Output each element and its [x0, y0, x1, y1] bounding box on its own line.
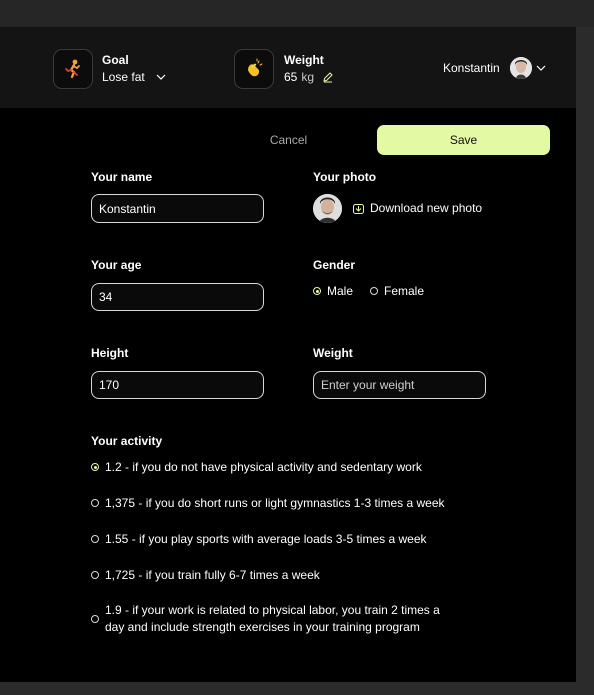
age-label: Your age	[91, 258, 142, 272]
user-name[interactable]: Konstantin	[443, 61, 500, 75]
download-photo-icon	[353, 203, 364, 214]
goal-icon-box[interactable]	[53, 49, 93, 89]
radio-selected-icon	[91, 463, 99, 471]
weight-icon-box[interactable]	[234, 49, 274, 89]
radio-unselected-icon	[91, 615, 99, 623]
activity-label: Your activity	[91, 434, 163, 448]
activity-option-5[interactable]: 1.9 - if your work is related to physica…	[91, 602, 440, 636]
weight-header-label: Weight	[284, 53, 324, 67]
gender-female-label: Female	[384, 284, 425, 298]
activity-option-3[interactable]: 1.55 - if you play sports with average l…	[91, 531, 427, 548]
user-menu-chevron-icon[interactable]	[536, 64, 546, 72]
height-label: Height	[91, 346, 129, 360]
weight-header-value: 65	[284, 70, 298, 84]
radio-unselected-icon	[91, 499, 99, 507]
gender-male-radio[interactable]: Male	[313, 283, 353, 300]
weight-header-unit: kg	[301, 70, 315, 84]
radio-unselected-icon	[370, 287, 378, 295]
goal-value: Lose fat	[102, 70, 145, 84]
download-photo-link[interactable]: Download new photo	[352, 201, 482, 215]
activity-option-text: 1.2 - if you do not have physical activi…	[105, 460, 422, 474]
activity-option-2[interactable]: 1,375 - if you do short runs or light gy…	[91, 495, 445, 512]
name-label: Your name	[91, 170, 153, 184]
cancel-button[interactable]: Cancel	[232, 125, 345, 155]
download-photo-label: Download new photo	[370, 201, 483, 215]
radio-unselected-icon	[91, 571, 99, 579]
edit-pencil-icon[interactable]	[322, 71, 334, 83]
activity-option-text-line2: day and include strength exercises in yo…	[105, 620, 420, 634]
right-edge	[576, 27, 594, 695]
activity-option-4[interactable]: 1,725 - if you train fully 6-7 times a w…	[91, 567, 320, 584]
gender-male-label: Male	[327, 284, 354, 298]
radio-unselected-icon	[91, 535, 99, 543]
name-input[interactable]: Konstantin	[91, 194, 264, 223]
activity-option-1[interactable]: 1.2 - if you do not have physical activi…	[91, 459, 422, 476]
activity-option-text: 1,725 - if you train fully 6-7 times a w…	[105, 568, 320, 582]
radio-selected-icon	[313, 287, 321, 295]
gender-label: Gender	[313, 258, 356, 272]
activity-option-text-group: 1.9 - if your work is related to physica…	[105, 602, 440, 636]
activity-option-text: 1,375 - if you do short runs or light gy…	[105, 496, 445, 510]
chevron-down-icon	[156, 74, 166, 80]
gender-female-radio[interactable]: Female	[370, 283, 424, 300]
weight-label: Weight	[313, 346, 353, 360]
photo-label: Your photo	[313, 170, 377, 184]
weight-input[interactable]	[313, 371, 486, 399]
height-input[interactable]: 170	[91, 371, 264, 399]
weight-header-value-group: 65 kg	[284, 70, 334, 84]
activity-option-text: 1.55 - if you play sports with average l…	[105, 532, 427, 546]
save-button[interactable]: Save	[377, 125, 550, 155]
clap-icon	[248, 58, 263, 77]
goal-label: Goal	[102, 53, 129, 67]
age-input[interactable]: 34	[91, 283, 264, 311]
profile-form-panel	[0, 108, 576, 682]
activity-option-text-line1: 1.9 - if your work is related to physica…	[105, 603, 440, 617]
runner-icon	[65, 59, 80, 79]
goal-dropdown[interactable]: Lose fat	[102, 70, 167, 84]
profile-photo	[313, 194, 342, 223]
user-avatar[interactable]	[510, 57, 532, 79]
bottom-strip	[0, 682, 594, 695]
window-top-strip	[0, 0, 594, 27]
